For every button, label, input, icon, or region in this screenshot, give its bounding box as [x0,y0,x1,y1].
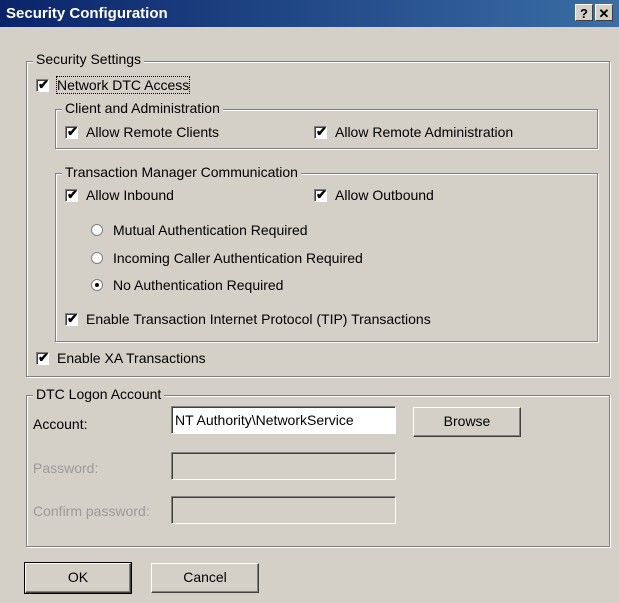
radio-circle [91,279,103,291]
confirm-password-label: Confirm password: [33,503,150,519]
password-input[interactable] [171,452,396,480]
checkbox-box: ✔ [65,310,78,326]
network-dtc-access-checkbox[interactable]: ✔ Network DTC Access [36,76,191,94]
incoming-caller-auth-label: Incoming Caller Authentication Required [113,250,363,266]
allow-remote-administration-label: Allow Remote Administration [335,124,514,140]
close-button[interactable]: ✕ [595,4,613,21]
checkbox-box: ✔ [65,186,78,202]
allow-remote-clients-label: Allow Remote Clients [86,124,220,140]
confirm-password-input[interactable] [171,496,396,524]
incoming-caller-auth-radio[interactable]: Incoming Caller Authentication Required [91,250,363,266]
check-icon: ✔ [38,349,49,365]
check-icon: ✔ [67,310,78,326]
tm-communication-legend: Transaction Manager Communication [62,164,301,180]
enable-xa-label: Enable XA Transactions [57,350,206,366]
checkbox-box: ✔ [314,123,327,139]
password-label: Password: [33,460,99,476]
checkbox-box: ✔ [314,186,327,202]
cancel-button[interactable]: Cancel [151,563,259,593]
check-icon: ✔ [67,123,78,139]
enable-tip-checkbox[interactable]: ✔ Enable Transaction Internet Protocol (… [65,311,431,327]
account-input[interactable]: NT Authority\NetworkService [171,406,396,434]
title-bar: Security Configuration ? ✕ [0,0,619,27]
no-auth-radio[interactable]: No Authentication Required [91,277,283,293]
allow-remote-clients-checkbox[interactable]: ✔ Allow Remote Clients [65,124,219,140]
help-button[interactable]: ? [575,4,593,21]
radio-selected-dot [95,283,99,287]
dtc-logon-account-legend: DTC Logon Account [33,386,165,402]
ok-button[interactable]: OK [24,562,132,594]
radio-circle [91,252,103,264]
check-icon: ✔ [316,123,327,139]
check-icon: ✔ [38,76,49,92]
window-title: Security Configuration [6,5,168,22]
client-admin-legend: Client and Administration [62,100,223,116]
mutual-auth-label: Mutual Authentication Required [113,222,308,238]
checkbox-box: ✔ [36,76,49,92]
allow-inbound-label: Allow Inbound [86,187,174,203]
allow-outbound-label: Allow Outbound [335,187,434,203]
checkbox-box: ✔ [36,349,49,365]
account-label: Account: [33,416,88,432]
check-icon: ✔ [67,186,78,202]
enable-xa-checkbox[interactable]: ✔ Enable XA Transactions [36,350,206,366]
check-icon: ✔ [316,186,327,202]
enable-tip-label: Enable Transaction Internet Protocol (TI… [86,311,431,327]
radio-circle [91,224,103,236]
mutual-auth-radio[interactable]: Mutual Authentication Required [91,222,308,238]
allow-inbound-checkbox[interactable]: ✔ Allow Inbound [65,187,174,203]
network-dtc-access-label: Network DTC Access [55,76,191,94]
allow-outbound-checkbox[interactable]: ✔ Allow Outbound [314,187,434,203]
no-auth-label: No Authentication Required [113,277,284,293]
browse-button[interactable]: Browse [413,407,521,437]
security-settings-legend: Security Settings [33,51,145,67]
checkbox-box: ✔ [65,123,78,139]
allow-remote-administration-checkbox[interactable]: ✔ Allow Remote Administration [314,124,513,140]
